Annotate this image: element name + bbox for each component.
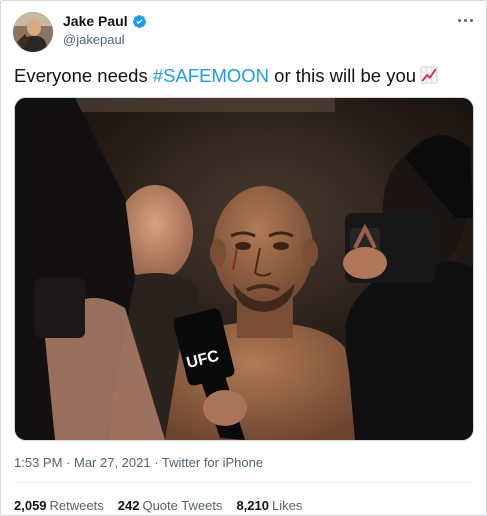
verified-badge-icon bbox=[132, 14, 146, 28]
likes-label: Likes bbox=[271, 498, 303, 513]
hashtag-link[interactable]: #SAFEMOON bbox=[153, 65, 269, 86]
meta-separator: · bbox=[150, 455, 162, 470]
quotes-count: 242 bbox=[117, 498, 140, 513]
tweet-text-before: Everyone needs bbox=[14, 65, 153, 86]
more-dot-icon bbox=[457, 18, 461, 22]
divider bbox=[14, 482, 472, 483]
tweet-time[interactable]: 1:53 PM bbox=[14, 455, 62, 470]
meta-separator: · bbox=[62, 455, 74, 470]
chart-increasing-icon bbox=[420, 66, 438, 84]
author-avatar[interactable] bbox=[13, 12, 53, 52]
tweet-card: Jake Paul @jakepaul Everyone needs #SAFE… bbox=[0, 0, 487, 516]
retweets-count: 2,059 bbox=[14, 498, 47, 513]
tweet-source[interactable]: Twitter for iPhone bbox=[162, 455, 263, 470]
tweet-media-photo[interactable]: UFC bbox=[14, 97, 474, 441]
more-dot-icon bbox=[469, 18, 473, 22]
tweet-text: Everyone needs #SAFEMOON or this will be… bbox=[14, 64, 438, 88]
tweet-stats: 2,059 Retweets 242 Quote Tweets 8,210 Likes bbox=[14, 498, 302, 513]
quote-tweets-stat[interactable]: 242 Quote Tweets bbox=[118, 498, 223, 513]
more-dot-icon bbox=[463, 18, 467, 22]
tweet-meta: 1:53 PM · Mar 27, 2021 · Twitter for iPh… bbox=[14, 455, 263, 470]
photo-image: UFC bbox=[15, 98, 473, 440]
retweets-stat[interactable]: 2,059 Retweets bbox=[14, 498, 104, 513]
likes-stat[interactable]: 8,210 Likes bbox=[236, 498, 302, 513]
more-options-button[interactable] bbox=[455, 15, 475, 25]
retweets-label: Retweets bbox=[49, 498, 104, 513]
author-name[interactable]: Jake Paul bbox=[63, 13, 128, 29]
author-handle[interactable]: @jakepaul bbox=[63, 32, 125, 47]
avatar-image bbox=[13, 12, 53, 52]
tweet-date[interactable]: Mar 27, 2021 bbox=[74, 455, 151, 470]
likes-count: 8,210 bbox=[236, 498, 269, 513]
tweet-text-after: or this will be you bbox=[269, 65, 417, 86]
quotes-label: Quote Tweets bbox=[142, 498, 223, 513]
author-name-row: Jake Paul bbox=[63, 13, 147, 29]
